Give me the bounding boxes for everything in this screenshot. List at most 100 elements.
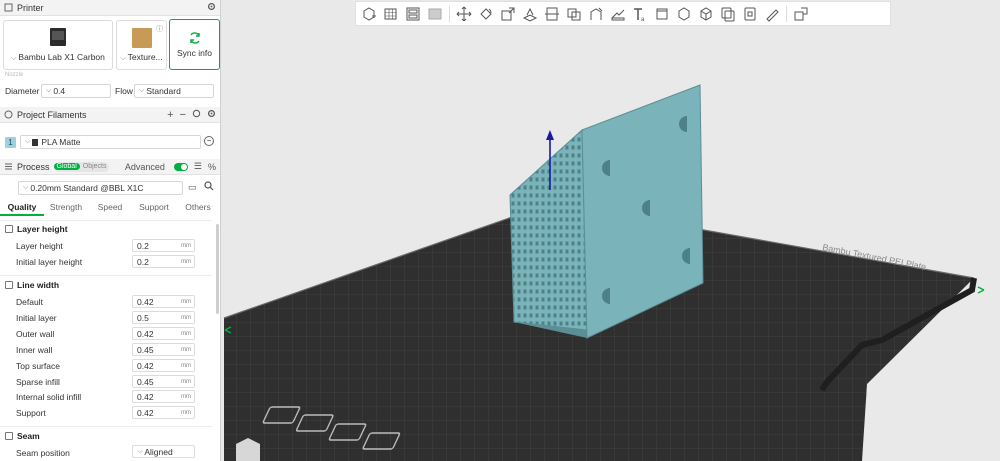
filaments-section-header: Project Filaments + −: [0, 107, 220, 123]
process-icon: [4, 162, 13, 171]
layer-height-input[interactable]: 0.2 mm: [132, 239, 195, 252]
process-section-title: Process: [17, 161, 50, 172]
line-width-internal-solid-infill-input[interactable]: 0.42 mm: [132, 390, 195, 403]
textured-plate-thumbnail-icon: [132, 28, 152, 48]
printer-section-title: Printer: [17, 2, 44, 13]
seam-position-label: Seam position: [16, 448, 70, 458]
line-width-initial-layer-input[interactable]: 0.5 mm: [132, 311, 195, 324]
tab-strength[interactable]: Strength: [44, 200, 88, 216]
split-icon[interactable]: [564, 4, 584, 24]
line-width-initial-layer-label: Initial layer: [16, 313, 57, 323]
layer-height-icon: [5, 225, 13, 233]
filament-settings-gear-icon[interactable]: [207, 109, 216, 120]
line-width-inner-wall-input[interactable]: 0.45 mm: [132, 343, 195, 356]
sync-icon: [189, 32, 200, 44]
text-icon[interactable]: a: [630, 4, 650, 24]
rotate-icon[interactable]: [476, 4, 496, 24]
brush-icon[interactable]: [762, 4, 782, 24]
move-icon[interactable]: [454, 4, 474, 24]
3d-viewport[interactable]: Bambu Textured PEI Plate a: [222, 0, 1000, 461]
process-preset-select[interactable]: ⌵ 0.20mm Standard @BBL X1C: [18, 181, 183, 195]
printer-thumbnail-icon: [50, 28, 66, 46]
seam-icon: [5, 432, 13, 440]
tab-others[interactable]: Others: [176, 200, 220, 216]
line-width-top-surface-input[interactable]: 0.42 mm: [132, 359, 195, 372]
svg-text:a: a: [641, 17, 645, 22]
global-objects-switch[interactable]: Global Objects: [53, 161, 110, 172]
seam-position-select[interactable]: ⌵ Aligned: [132, 445, 195, 458]
info-icon[interactable]: ⓘ: [156, 24, 163, 34]
scale-icon[interactable]: [498, 4, 518, 24]
arrange-icon[interactable]: [425, 4, 445, 24]
paste-icon[interactable]: [740, 4, 760, 24]
line-width-sparse-infill-label: Sparse infill: [16, 377, 60, 387]
objects-option[interactable]: Objects: [80, 163, 110, 170]
line-width-icon: [5, 281, 13, 289]
group-layer-height: Layer height: [5, 224, 68, 234]
filaments-section-title: Project Filaments: [17, 109, 87, 120]
line-width-outer-wall-input[interactable]: 0.42 mm: [132, 327, 195, 340]
line-width-internal-solid-infill-label: Internal solid infill: [16, 392, 82, 402]
line-width-default-input[interactable]: 0.42 mm: [132, 295, 195, 308]
plate-edge-marker-right: [977, 286, 985, 294]
line-width-default-label: Default: [16, 297, 43, 307]
diameter-select[interactable]: ⌵ 0.4: [41, 84, 111, 98]
lay-on-face-icon[interactable]: [520, 4, 540, 24]
nozzle-caption: Nozzle: [5, 72, 24, 78]
printer-icon: [4, 3, 13, 12]
add-icon[interactable]: [359, 4, 379, 24]
add-filament-icon[interactable]: +: [167, 109, 173, 121]
printer-name-label: ⌵ Bambu Lab X1 Carbon: [11, 52, 105, 62]
global-option[interactable]: Global: [53, 163, 80, 170]
tab-speed[interactable]: Speed: [88, 200, 132, 216]
assembly-icon[interactable]: [674, 4, 694, 24]
view-icon[interactable]: [791, 4, 811, 24]
measure-icon[interactable]: [696, 4, 716, 24]
compare-icon[interactable]: %: [208, 162, 216, 172]
advanced-label: Advanced: [124, 161, 165, 172]
filament-sync-icon[interactable]: [192, 109, 201, 120]
support-paint-icon[interactable]: [586, 4, 606, 24]
flow-label: Flow: [115, 86, 133, 96]
seam-paint-icon[interactable]: [608, 4, 628, 24]
tab-support[interactable]: Support: [132, 200, 176, 216]
auto-orient-icon[interactable]: [403, 4, 423, 24]
filament-remove-circle-icon[interactable]: −: [204, 136, 214, 146]
plate-type-label: ⌵ Texture...: [120, 52, 163, 62]
filament-index-badge[interactable]: 1: [5, 137, 16, 148]
left-panel: Printer ⌵ Bambu Lab X1 Carbon ⓘ ⌵ Texture.…: [0, 0, 221, 461]
process-section-header: Process Global Objects Advanced ☰ %: [0, 159, 220, 175]
printer-card[interactable]: ⌵ Bambu Lab X1 Carbon: [3, 20, 113, 70]
line-width-inner-wall-label: Inner wall: [16, 345, 53, 355]
process-tabs: Quality Strength Speed Support Others: [0, 200, 220, 216]
line-width-support-label: Support: [16, 408, 46, 418]
list-icon[interactable]: ☰: [194, 161, 202, 172]
diameter-label: Diameter: [5, 86, 40, 96]
filament-color-icon: [32, 138, 39, 146]
tab-quality[interactable]: Quality: [0, 200, 44, 216]
printer-settings-gear-icon[interactable]: [207, 2, 216, 13]
line-width-outer-wall-label: Outer wall: [16, 329, 55, 339]
cut-icon[interactable]: [542, 4, 562, 24]
line-width-sparse-infill-input[interactable]: 0.45 mm: [132, 375, 195, 388]
flow-select[interactable]: ⌵ Standard: [134, 84, 214, 98]
remove-filament-icon[interactable]: −: [180, 109, 186, 121]
divider: [0, 275, 212, 276]
plate-type-card[interactable]: ⓘ ⌵ Texture...: [116, 20, 167, 70]
initial-layer-height-input[interactable]: 0.2 mm: [132, 255, 195, 268]
copy-icon[interactable]: [718, 4, 738, 24]
search-icon[interactable]: [204, 181, 214, 193]
toolbar-separator: [449, 5, 450, 22]
line-width-support-input[interactable]: 0.42 mm: [132, 406, 195, 419]
filament-select[interactable]: ⌵ PLA Matte: [20, 135, 201, 149]
line-width-top-surface-label: Top surface: [16, 361, 60, 371]
group-line-width: Line width: [5, 280, 59, 290]
layer-height-label: Layer height: [16, 241, 63, 251]
save-preset-icon[interactable]: ▭: [188, 182, 197, 193]
variable-layer-icon[interactable]: [652, 4, 672, 24]
add-plate-icon[interactable]: [381, 4, 401, 24]
toolbar-separator: [786, 5, 787, 22]
sync-info-button[interactable]: Sync info: [169, 19, 220, 70]
advanced-toggle[interactable]: [173, 162, 188, 171]
settings-scrollbar[interactable]: [216, 224, 219, 314]
